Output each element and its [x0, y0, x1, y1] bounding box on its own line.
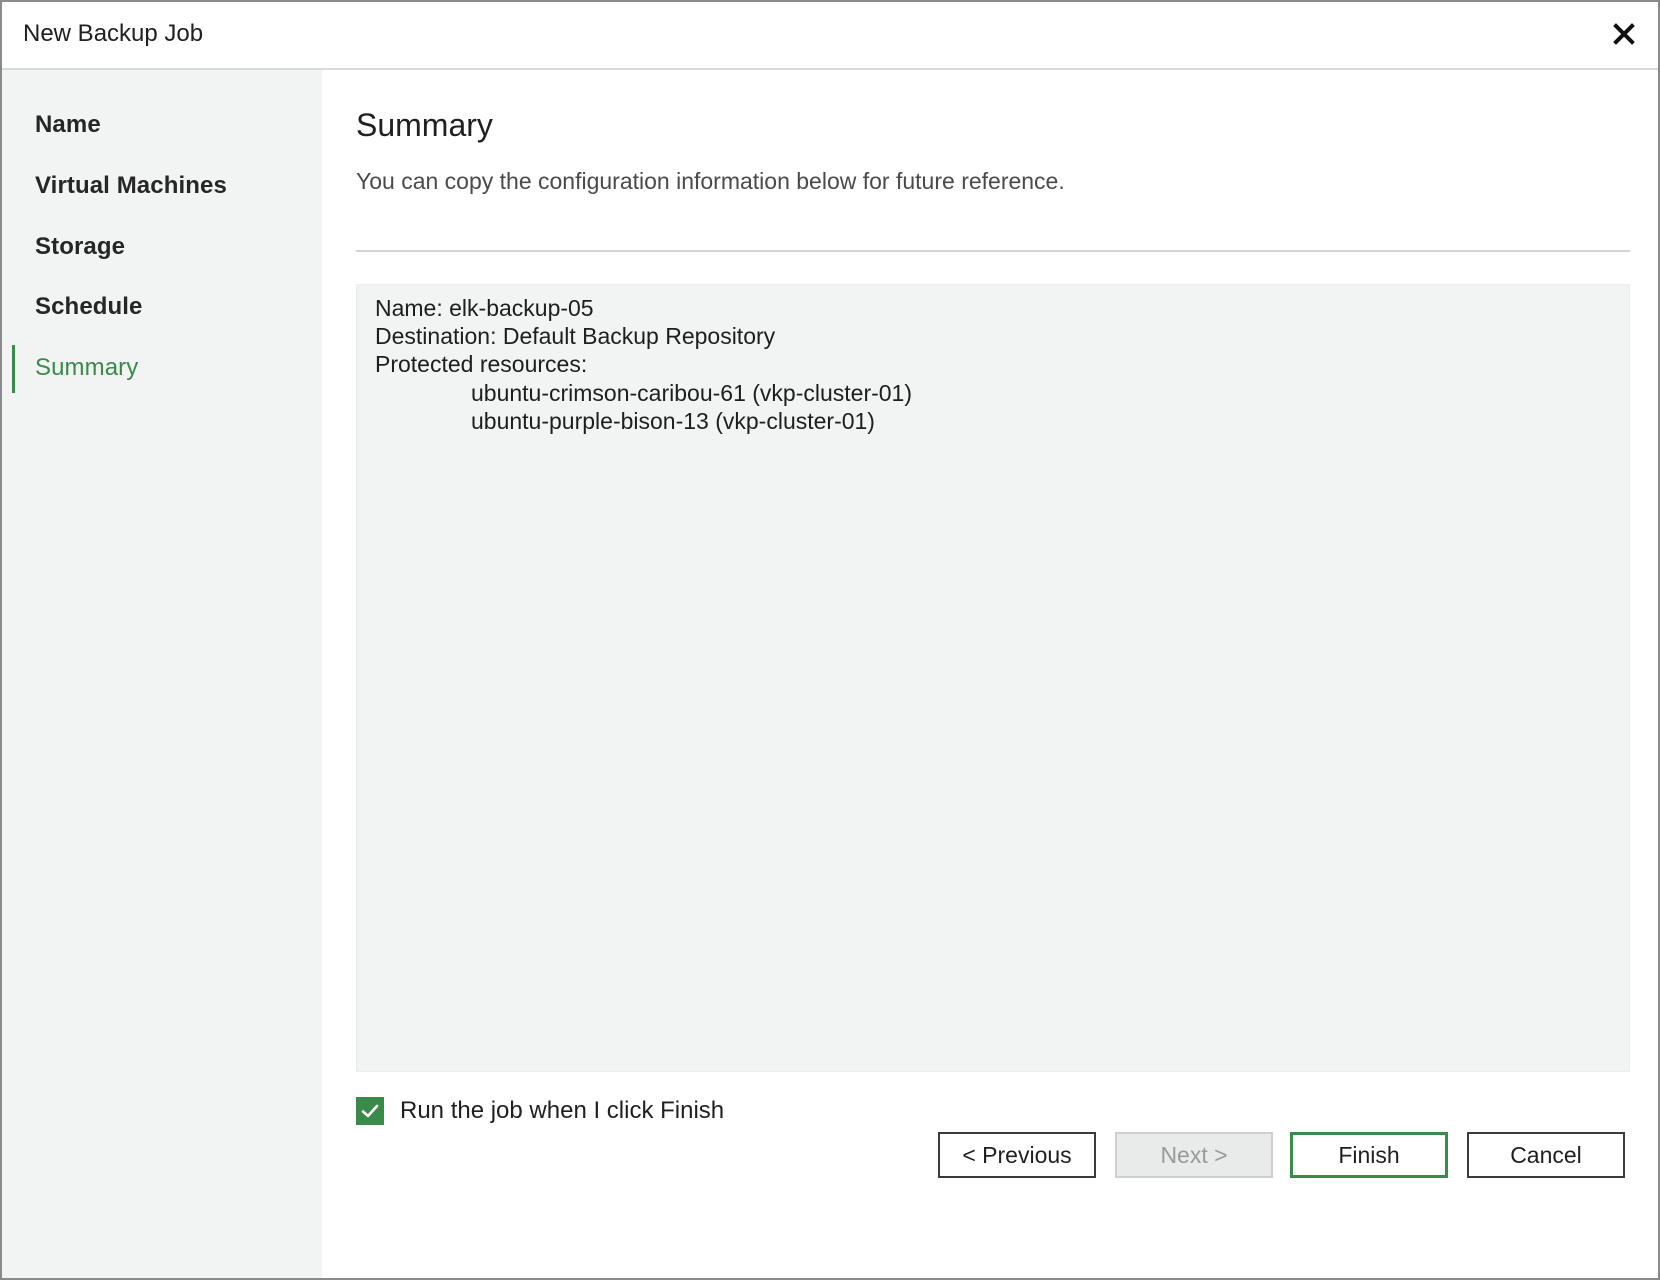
- sidebar-item-summary[interactable]: Summary: [2, 344, 322, 394]
- sidebar-item-name[interactable]: Name: [2, 101, 322, 151]
- sidebar-item-label: Schedule: [35, 293, 143, 320]
- sidebar-item-label: Virtual Machines: [35, 172, 227, 199]
- sidebar-item-label: Summary: [35, 354, 139, 381]
- summary-destination-line: Destination: Default Backup Repository: [375, 323, 776, 349]
- finish-button[interactable]: Finish: [1290, 1132, 1448, 1178]
- sidebar-item-label: Name: [35, 111, 101, 138]
- main-content: Summary You can copy the configuration i…: [324, 70, 1658, 1278]
- wizard-steps-sidebar: Name Virtual Machines Storage Schedule S…: [2, 70, 322, 1278]
- dialog-title: New Backup Job: [23, 20, 204, 47]
- sidebar-item-label: Storage: [35, 233, 126, 260]
- cancel-button[interactable]: Cancel: [1467, 1132, 1625, 1178]
- new-backup-job-dialog: New Backup Job Name Virtual Machines Sto…: [0, 0, 1660, 1280]
- sidebar-item-virtual-machines[interactable]: Virtual Machines: [2, 162, 322, 212]
- divider: [356, 250, 1630, 252]
- run-job-checkbox-label: Run the job when I click Finish: [400, 1097, 725, 1124]
- run-job-checkbox-row[interactable]: Run the job when I click Finish: [356, 1096, 724, 1126]
- summary-name-line: Name: elk-backup-05: [375, 295, 594, 321]
- page-subtitle: You can copy the configuration informati…: [356, 168, 1065, 194]
- summary-resource-item: ubuntu-crimson-caribou-61 (vkp-cluster-0…: [471, 380, 912, 406]
- sidebar-item-schedule[interactable]: Schedule: [2, 283, 322, 333]
- summary-resources-header: Protected resources:: [375, 351, 588, 377]
- run-job-checkbox[interactable]: [356, 1097, 384, 1125]
- active-step-indicator: [12, 345, 15, 393]
- summary-resource-item: ubuntu-purple-bison-13 (vkp-cluster-01): [471, 408, 875, 434]
- sidebar-item-storage[interactable]: Storage: [2, 223, 322, 273]
- close-button[interactable]: [1604, 14, 1644, 54]
- title-bar: New Backup Job: [2, 2, 1658, 70]
- close-icon: [1613, 23, 1635, 45]
- next-button[interactable]: Next >: [1115, 1132, 1273, 1178]
- previous-button[interactable]: < Previous: [938, 1132, 1096, 1178]
- configuration-summary-text[interactable]: Name: elk-backup-05 Destination: Default…: [356, 284, 1630, 1072]
- page-title: Summary: [356, 107, 493, 143]
- checkmark-icon: [361, 1104, 379, 1118]
